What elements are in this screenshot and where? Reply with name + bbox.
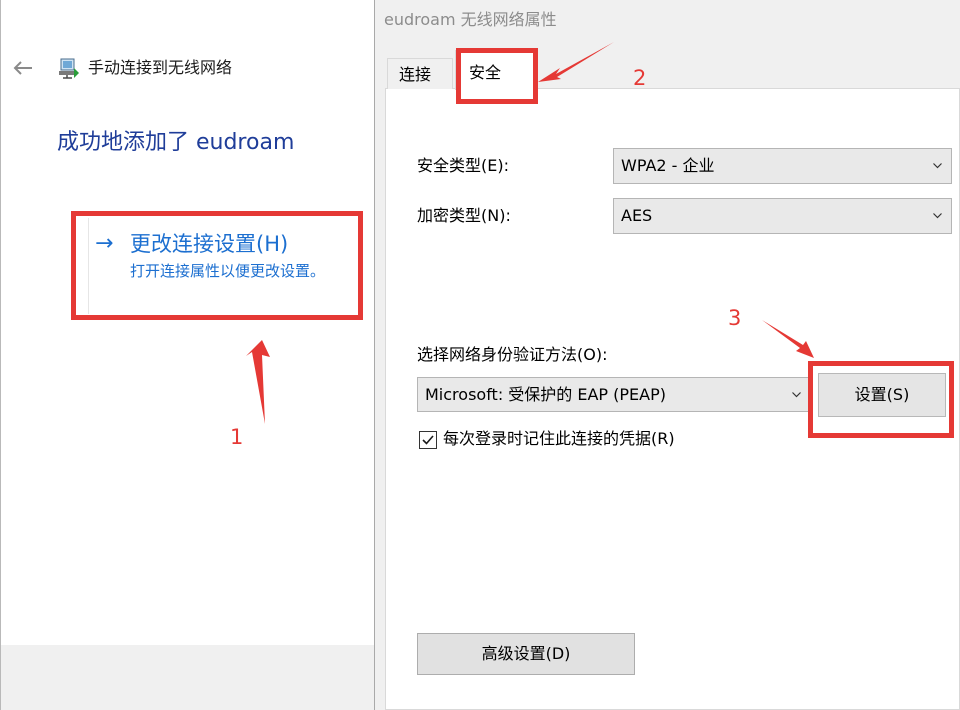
security-type-value: WPA2 - 企业: [621, 156, 715, 175]
encryption-type-label: 加密类型(N):: [417, 206, 511, 225]
auth-method-select[interactable]: Microsoft: 受保护的 EAP (PEAP): [417, 377, 811, 412]
tab-connection-label: 连接: [399, 65, 432, 84]
annotation-box-1: [71, 211, 363, 320]
wireless-network-icon: [58, 57, 80, 79]
dialog-edge: [374, 0, 375, 710]
annotation-number-3: 3: [728, 306, 742, 330]
annotation-number-1: 1: [230, 425, 244, 449]
wizard-border: [0, 0, 1, 710]
dialog-title: eudroam 无线网络属性: [384, 10, 557, 29]
checkmark-icon: [422, 435, 434, 445]
wizard-title: 手动连接到无线网络: [88, 58, 233, 77]
auth-method-value: Microsoft: 受保护的 EAP (PEAP): [425, 385, 667, 404]
remember-credentials-checkbox[interactable]: [419, 431, 437, 449]
remember-credentials-label[interactable]: 每次登录时记住此连接的凭据(R): [443, 428, 675, 450]
encryption-type-value: AES: [621, 206, 653, 225]
security-type-label: 安全类型(E):: [417, 156, 509, 175]
annotation-box-2: [456, 48, 538, 104]
tab-connection[interactable]: 连接: [387, 58, 453, 89]
back-arrow-icon[interactable]: [12, 58, 34, 78]
encryption-type-select[interactable]: AES: [613, 198, 952, 234]
wizard-window: [0, 0, 374, 710]
success-message: 成功地添加了 eudroam: [57, 130, 295, 155]
annotation-number-2: 2: [633, 66, 647, 90]
annotation-box-3: [808, 361, 954, 438]
wizard-footer: [1, 645, 374, 710]
chevron-down-icon: [792, 392, 801, 398]
chevron-down-icon: [933, 213, 942, 219]
security-type-select[interactable]: WPA2 - 企业: [613, 148, 952, 184]
chevron-down-icon: [933, 163, 942, 169]
advanced-settings-button[interactable]: 高级设置(D): [417, 633, 635, 675]
auth-method-label: 选择网络身份验证方法(O):: [417, 345, 608, 364]
